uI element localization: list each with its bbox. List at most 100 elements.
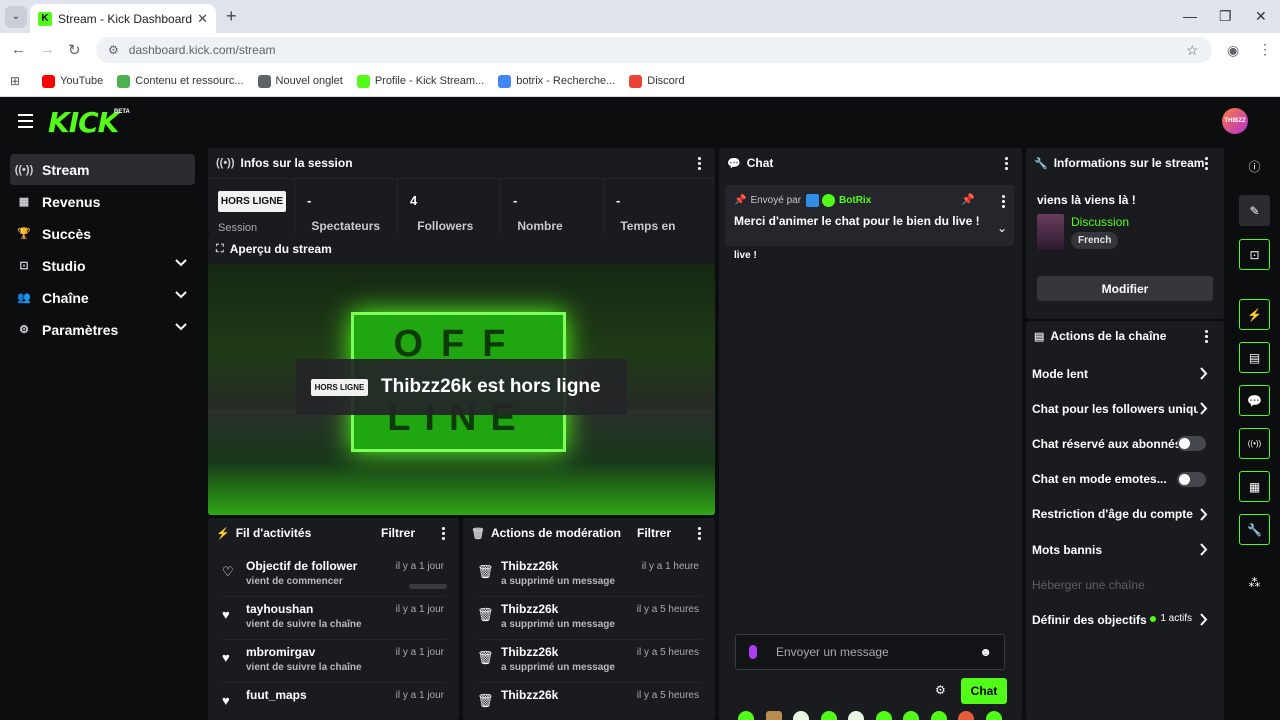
chevron-down-icon[interactable]: ⌄ xyxy=(997,221,1007,235)
bookmark-item[interactable]: Contenu et ressourc... xyxy=(117,74,244,88)
emote-icon[interactable] xyxy=(985,711,1002,720)
emote-icon[interactable] xyxy=(793,711,809,720)
item-subtitle: vient de commencer xyxy=(246,576,343,587)
info-icon[interactable]: ⓘ xyxy=(1239,151,1270,182)
list-item[interactable]: 🗑 Thibzz26k a supprimé un message il y a 5 … xyxy=(463,640,711,683)
emote-icon[interactable] xyxy=(820,711,837,720)
list-item[interactable]: ♥ fuut_maps il y a 1 jour xyxy=(208,683,456,720)
stat-item: - Temps en xyxy=(616,193,675,233)
reload-icon[interactable]: ↻ xyxy=(68,41,81,59)
channel-action-item[interactable]: Chat réservé aux abonnés xyxy=(1032,426,1216,461)
channel-action-label: Chat réservé aux abonnés xyxy=(1032,436,1182,451)
back-icon[interactable]: ← xyxy=(11,41,26,58)
list-item[interactable]: ♥ tayhoushan vient de suivre la chaîne il y… xyxy=(208,597,456,640)
modify-button[interactable]: Modifier xyxy=(1037,276,1213,301)
bookmark-item[interactable]: Nouvel onglet xyxy=(257,74,343,88)
browser-menu-icon[interactable]: ⋮ xyxy=(1258,41,1272,58)
sidebar-item-paramtres[interactable]: ⚙ Paramètres xyxy=(10,314,195,345)
list-item[interactable]: ♥ mbromirgav vient de suivre la chaîne il y… xyxy=(208,640,456,683)
emote-icon[interactable] xyxy=(958,711,974,720)
broadcast-icon[interactable]: ((•)) xyxy=(1239,428,1270,459)
bookmark-item[interactable]: YouTube xyxy=(42,74,103,88)
stat-label: Followers xyxy=(417,219,474,233)
url-field[interactable]: ⚙ dashboard.kick.com/stream xyxy=(96,37,1212,63)
moderation-filter-button[interactable]: Filtrer xyxy=(637,526,671,540)
category-name[interactable]: Discussion xyxy=(1071,215,1129,229)
apps-icon[interactable]: ⁂ xyxy=(1239,567,1270,598)
bookmark-item[interactable]: Discord xyxy=(629,74,685,88)
maximize-icon[interactable]: ❐ xyxy=(1219,8,1232,25)
studio-icon: ⊡ xyxy=(19,260,29,272)
list-item[interactable]: 🗑 Thibzz26k a supprimé un message il y a 1 … xyxy=(463,554,711,597)
more-icon[interactable] xyxy=(698,157,701,172)
channel-action-item[interactable]: Restriction d'âge du compte xyxy=(1032,497,1216,532)
pinned-more-icon[interactable] xyxy=(1002,195,1005,210)
sidebar-item-studio[interactable]: ⊡ Studio xyxy=(10,250,195,281)
bookmark-item[interactable]: Profile - Kick Stream... xyxy=(356,74,484,88)
emote-icon[interactable] xyxy=(875,711,892,720)
list-item[interactable]: 🗑 Thibzz26k a supprimé un message il y a 5 … xyxy=(463,597,711,640)
channel-action-item[interactable]: Définir des objectifs 1 actifs xyxy=(1032,602,1216,637)
channel-action-item[interactable]: Chat pour les followers uniquement xyxy=(1032,391,1216,426)
emote-icon[interactable] xyxy=(738,711,754,720)
tab-search-button[interactable]: ⌄ xyxy=(5,5,27,28)
bookmark-item[interactable]: botrix - Recherche... xyxy=(498,74,615,88)
more-icon[interactable] xyxy=(1205,330,1208,345)
activity-filter-button[interactable]: Filtrer xyxy=(381,526,415,540)
chat-send-button[interactable]: Chat xyxy=(961,678,1007,704)
channel-action-item[interactable]: Mode lent xyxy=(1032,356,1216,391)
channel-action-item[interactable]: Mots bannis xyxy=(1032,532,1216,567)
emote-icon[interactable] xyxy=(930,711,947,720)
pencil-icon[interactable]: ✎ xyxy=(1239,195,1270,226)
avatar[interactable]: THIBZZ xyxy=(1222,108,1248,134)
toggle-switch[interactable] xyxy=(1177,471,1206,487)
channel-action-item[interactable]: Chat en mode emotes... xyxy=(1032,462,1216,497)
kick-logo[interactable]: KICK xyxy=(48,106,119,139)
chat-settings-icon[interactable]: ⚙ xyxy=(935,683,946,697)
wrench-icon[interactable]: 🔧 xyxy=(1239,514,1270,545)
bookmark-star-icon[interactable]: ☆ xyxy=(1186,42,1199,59)
more-icon[interactable] xyxy=(698,527,701,542)
emote-icon[interactable] xyxy=(848,711,864,720)
list-item[interactable]: ♡ Objectif de follower vient de commencer i… xyxy=(208,554,456,597)
chat-input[interactable]: Envoyer un message ☻ xyxy=(735,634,1005,670)
browser-tab[interactable]: K Stream - Kick Dashboard ✕ xyxy=(30,4,216,33)
minimize-icon[interactable]: — xyxy=(1183,8,1197,24)
toggle-switch[interactable] xyxy=(1177,436,1206,452)
pinned-author[interactable]: BotRix xyxy=(839,195,871,206)
sidebar-item-stream[interactable]: ((•)) Stream xyxy=(10,154,195,185)
microphone-icon[interactable] xyxy=(749,645,757,659)
notes-icon[interactable]: ▤ xyxy=(1239,342,1270,373)
list-item[interactable]: 🗑 Thibzz26k il y a 5 heures xyxy=(463,683,711,720)
chat-bubble-icon[interactable]: 💬 xyxy=(1239,385,1270,416)
verified-badge-icon xyxy=(822,194,836,207)
forward-icon[interactable]: → xyxy=(40,41,55,58)
sidebar-item-revenus[interactable]: ▦ Revenus xyxy=(10,186,195,217)
layout-icon[interactable]: ▦ xyxy=(1239,471,1270,502)
pinned-text: Merci d'animer le chat pour le bien du l… xyxy=(734,214,980,228)
more-icon[interactable] xyxy=(1205,157,1208,172)
unpin-icon[interactable]: 📌 xyxy=(961,193,975,206)
site-info-icon[interactable]: ⚙ xyxy=(108,43,119,57)
emoji-icon[interactable]: ☻ xyxy=(979,645,992,659)
new-tab-icon[interactable]: + xyxy=(226,6,237,27)
emote-icon[interactable] xyxy=(903,711,919,720)
profile-icon[interactable]: ◉ xyxy=(1227,42,1239,59)
sidebar-item-succs[interactable]: 🏆 Succès xyxy=(10,218,195,249)
close-tab-icon[interactable]: ✕ xyxy=(197,11,208,27)
chevron-right-icon xyxy=(1200,402,1208,415)
chat-overflow-text: live ! xyxy=(734,250,757,261)
stream-title-value: viens là viens là ! xyxy=(1037,193,1136,207)
camera-icon[interactable]: ⊡ xyxy=(1239,239,1270,270)
more-icon[interactable] xyxy=(442,527,445,542)
sidebar-item-chane[interactable]: 👥 Chaîne xyxy=(10,282,195,313)
item-subtitle: vient de suivre la chaîne xyxy=(246,662,362,673)
bolt-icon[interactable]: ⚡ xyxy=(1239,299,1270,330)
menu-icon[interactable] xyxy=(18,114,33,132)
emote-icon[interactable] xyxy=(765,711,782,720)
window-close-icon[interactable]: ✕ xyxy=(1255,8,1267,25)
stream-info-title: Informations sur le stream xyxy=(1053,156,1205,170)
more-icon[interactable] xyxy=(1005,157,1008,172)
channel-actions-panel: ▤ Actions de la chaîne Mode lent Chat pou… xyxy=(1026,321,1224,720)
apps-grid-icon[interactable]: ⊞ xyxy=(10,74,20,88)
